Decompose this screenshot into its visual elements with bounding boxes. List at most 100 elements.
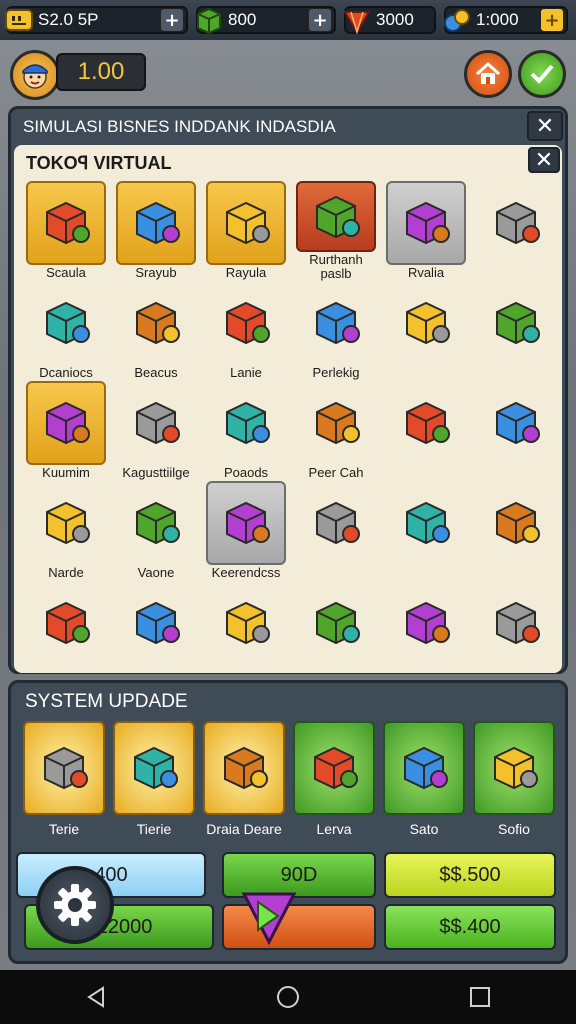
store-item[interactable] [474, 381, 558, 481]
store-item-tile[interactable] [206, 281, 286, 365]
recents-button[interactable] [460, 977, 500, 1017]
price-button-3[interactable]: $$.500 [384, 852, 556, 898]
store-item-tile[interactable] [386, 181, 466, 265]
store-item-grid: Scaula Srayub Rayula Rurthanh paslb Rvalia Dc… [24, 181, 554, 681]
store-item-tile[interactable] [26, 581, 106, 665]
upgrade-item[interactable]: Draia Deare [203, 721, 285, 837]
store-item-tile[interactable] [476, 281, 556, 365]
store-item-tile[interactable] [116, 281, 196, 365]
store-item[interactable]: Beacus [114, 281, 198, 381]
store-item[interactable]: Rvalia [384, 181, 468, 281]
upgrade-tile[interactable] [383, 721, 465, 815]
store-item-tile[interactable] [296, 381, 376, 465]
gems-counter: 1:000 + [444, 6, 568, 34]
store-item[interactable] [384, 381, 468, 481]
store-item-label: Rvalia [407, 265, 445, 280]
store-item-tile[interactable] [296, 281, 376, 365]
play-button[interactable] [238, 888, 300, 946]
store-item[interactable]: Lanie [204, 281, 288, 381]
upgrade-tile[interactable] [473, 721, 555, 815]
upgrade-item[interactable]: Tierie [113, 721, 195, 837]
gem-icon [342, 5, 372, 35]
add-gems-button[interactable]: + [540, 8, 564, 32]
store-item-label: Peer Cah [308, 465, 364, 480]
store-item-tile[interactable] [26, 381, 106, 465]
store-item[interactable]: Narde [24, 481, 108, 581]
store-item[interactable]: Kuumim [24, 381, 108, 481]
store-item[interactable] [204, 581, 288, 681]
add-stock-button[interactable]: + [308, 8, 332, 32]
settings-button[interactable] [36, 866, 114, 944]
close-store-button[interactable]: ✕ [528, 147, 560, 173]
upgrade-tile[interactable] [293, 721, 375, 815]
store-item-tile[interactable] [296, 181, 376, 252]
store-item-tile[interactable] [116, 481, 196, 565]
store-item[interactable] [24, 581, 108, 681]
store-item-tile[interactable] [116, 181, 196, 265]
confirm-button[interactable] [518, 50, 566, 98]
home-button[interactable] [464, 50, 512, 98]
upgrade-item[interactable]: Lerva [293, 721, 375, 837]
store-item[interactable]: Peer Cah [294, 381, 378, 481]
upgrade-label: Terie [48, 821, 80, 837]
store-item[interactable] [474, 581, 558, 681]
box-icon [194, 5, 224, 35]
counter-icon [307, 392, 365, 454]
store-item-tile[interactable] [206, 581, 286, 665]
store-item-tile[interactable] [206, 381, 286, 465]
store-item-tile[interactable] [26, 281, 106, 365]
store-item-tile[interactable] [476, 481, 556, 565]
store-item-tile[interactable] [116, 381, 196, 465]
upgrade-item[interactable]: Terie [23, 721, 105, 837]
store-item[interactable]: Poaods [204, 381, 288, 481]
leaf-box-icon [217, 492, 275, 554]
player-avatar[interactable] [10, 50, 60, 100]
store-item-tile[interactable] [476, 181, 556, 265]
store-item[interactable]: Kagusttiilge [114, 381, 198, 481]
store-item[interactable]: Perlekig [294, 281, 378, 381]
store-item-tile[interactable] [386, 381, 466, 465]
upgrade-tile[interactable] [113, 721, 195, 815]
store-item[interactable] [474, 481, 558, 581]
upgrade-tile[interactable] [203, 721, 285, 815]
store-item[interactable] [384, 281, 468, 381]
store-item-tile[interactable] [386, 281, 466, 365]
price-button-6[interactable]: $$.400 [384, 904, 556, 950]
close-panel-button[interactable]: ✕ [527, 111, 563, 141]
back-button[interactable] [76, 977, 116, 1017]
home-nav-button[interactable] [268, 977, 308, 1017]
store-item[interactable] [384, 481, 468, 581]
store-item-tile[interactable] [26, 181, 106, 265]
upgrade-item[interactable]: Sato [383, 721, 465, 837]
store-item-tile[interactable] [206, 481, 286, 565]
store-item[interactable] [294, 581, 378, 681]
shop-icon [217, 392, 275, 454]
store-item[interactable]: Srayub [114, 181, 198, 281]
store-item[interactable]: Vaone [114, 481, 198, 581]
store-item-tile[interactable] [296, 581, 376, 665]
store-item-tile[interactable] [206, 181, 286, 265]
store-item-tile[interactable] [116, 581, 196, 665]
store-item[interactable]: Rayula [204, 181, 288, 281]
store-item[interactable]: Keerendcss [204, 481, 288, 581]
upgrade-label: Sato [409, 821, 439, 837]
add-cash-button[interactable]: + [160, 8, 184, 32]
store-item[interactable] [474, 181, 558, 281]
store-item-tile[interactable] [476, 581, 556, 665]
store-item-tile[interactable] [476, 381, 556, 465]
store-item[interactable] [114, 581, 198, 681]
store-item[interactable]: Rurthanh paslb [294, 181, 378, 281]
store-item[interactable]: Dcaniocs [24, 281, 108, 381]
store-item-tile[interactable] [26, 481, 106, 565]
store-item-tile[interactable] [386, 481, 466, 565]
store-item[interactable]: Scaula [24, 181, 108, 281]
upgrade-item[interactable]: Sofio [473, 721, 555, 837]
store-item[interactable] [474, 281, 558, 381]
store-item[interactable] [384, 581, 468, 681]
blue-box-icon [487, 592, 545, 654]
upgrade-tile[interactable] [23, 721, 105, 815]
house-icon [305, 737, 363, 799]
store-item-tile[interactable] [386, 581, 466, 665]
store-item-tile[interactable] [296, 481, 376, 565]
store-item[interactable] [294, 481, 378, 581]
